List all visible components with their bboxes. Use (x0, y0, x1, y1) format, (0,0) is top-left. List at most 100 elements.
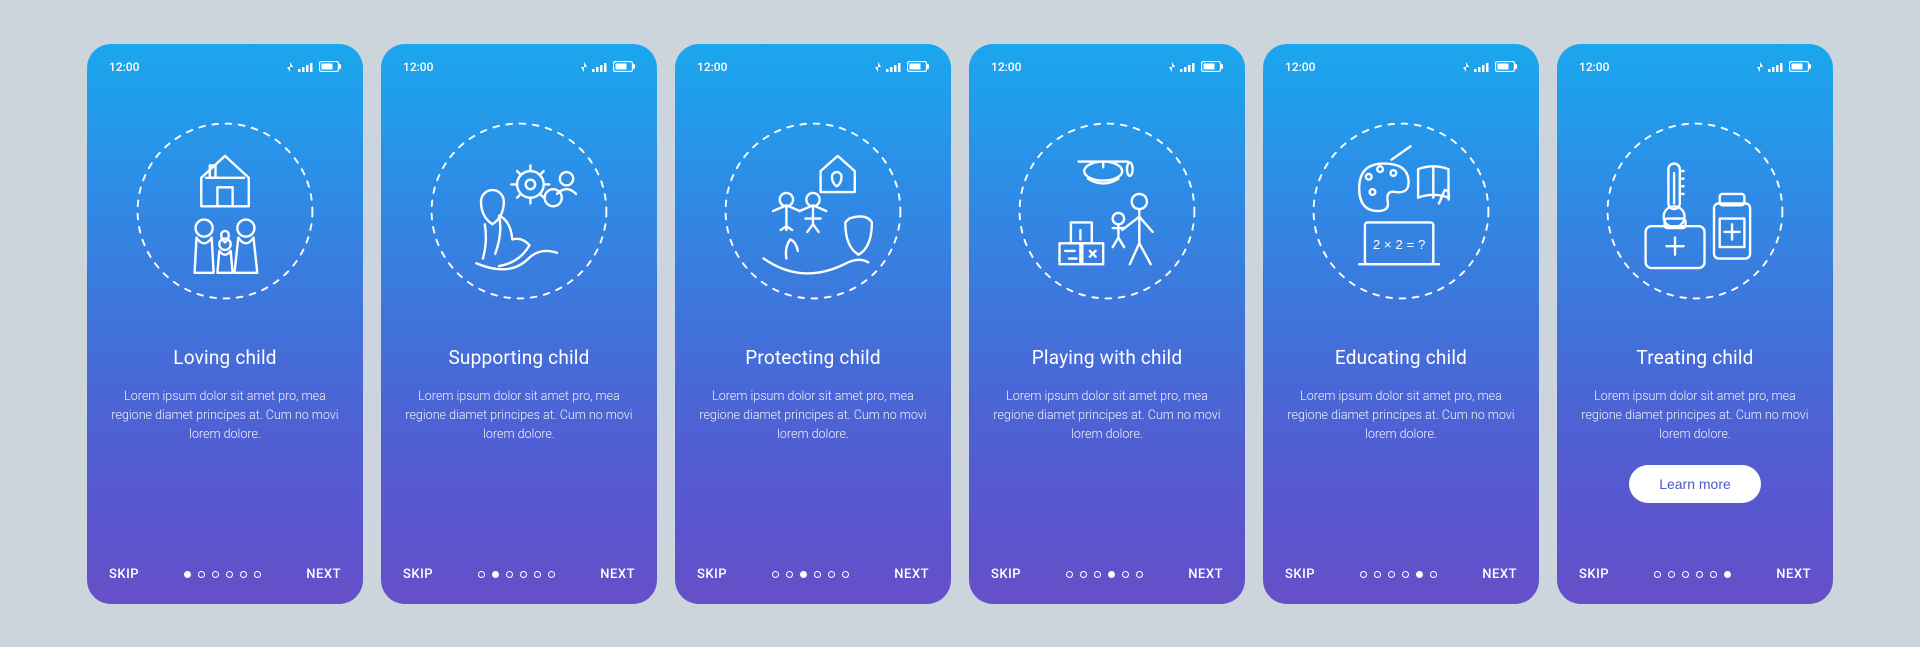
screen-description: Lorem ipsum dolor sit amet pro, mea regi… (109, 387, 341, 445)
nav-row: SKIP NEXT (1285, 549, 1517, 582)
skip-button[interactable]: SKIP (109, 567, 139, 582)
page-dot[interactable] (1696, 571, 1703, 578)
illustration (697, 106, 929, 316)
skip-button[interactable]: SKIP (1579, 567, 1609, 582)
illustration (1579, 106, 1811, 316)
page-dot[interactable] (828, 571, 835, 578)
onboarding-screen: 12:00 Playing with child Lorem ipsum dol… (969, 44, 1245, 604)
next-button[interactable]: NEXT (600, 567, 635, 582)
illustration (403, 106, 635, 316)
skip-button[interactable]: SKIP (1285, 567, 1315, 582)
page-dot[interactable] (492, 571, 499, 578)
status-bar: 12:00 (403, 58, 635, 76)
next-button[interactable]: NEXT (1776, 567, 1811, 582)
page-dot[interactable] (772, 571, 779, 578)
status-time: 12:00 (403, 60, 433, 74)
page-dot[interactable] (1388, 571, 1395, 578)
screen-title: Playing with child (991, 346, 1223, 369)
screen-title: Treating child (1579, 346, 1811, 369)
page-dot[interactable] (1710, 571, 1717, 578)
screen-title: Loving child (109, 346, 341, 369)
page-indicator (1654, 571, 1731, 578)
page-dot[interactable] (534, 571, 541, 578)
screen-title: Educating child (1285, 346, 1517, 369)
status-icons (1463, 61, 1517, 72)
page-dot[interactable] (506, 571, 513, 578)
page-dot[interactable] (800, 571, 807, 578)
skip-button[interactable]: SKIP (991, 567, 1021, 582)
status-time: 12:00 (991, 60, 1021, 74)
next-button[interactable]: NEXT (1482, 567, 1517, 582)
nav-row: SKIP NEXT (991, 549, 1223, 582)
page-dot[interactable] (814, 571, 821, 578)
page-dot[interactable] (1136, 571, 1143, 578)
page-dot[interactable] (1066, 571, 1073, 578)
page-dot[interactable] (212, 571, 219, 578)
illustration (991, 106, 1223, 316)
page-dot[interactable] (1108, 571, 1115, 578)
status-time: 12:00 (697, 60, 727, 74)
page-dot[interactable] (198, 571, 205, 578)
page-dot[interactable] (1654, 571, 1661, 578)
screen-description: Lorem ipsum dolor sit amet pro, mea regi… (991, 387, 1223, 445)
page-dot[interactable] (1080, 571, 1087, 578)
onboarding-screen: 12:00 Protecting child Lorem ipsum dolor… (675, 44, 951, 604)
page-indicator (184, 571, 261, 578)
page-dot[interactable] (1668, 571, 1675, 578)
onboarding-screen: 12:00 Educating child Lorem ipsum dolor … (1263, 44, 1539, 604)
page-dot[interactable] (1724, 571, 1731, 578)
page-dot[interactable] (1122, 571, 1129, 578)
screen-description: Lorem ipsum dolor sit amet pro, mea regi… (697, 387, 929, 445)
screen-title: Protecting child (697, 346, 929, 369)
skip-button[interactable]: SKIP (403, 567, 433, 582)
nav-row: SKIP NEXT (109, 549, 341, 582)
status-icons (1169, 61, 1223, 72)
illustration (1285, 106, 1517, 316)
status-bar: 12:00 (697, 58, 929, 76)
status-bar: 12:00 (991, 58, 1223, 76)
page-dot[interactable] (240, 571, 247, 578)
page-indicator (478, 571, 555, 578)
page-dot[interactable] (520, 571, 527, 578)
page-dot[interactable] (548, 571, 555, 578)
screen-description: Lorem ipsum dolor sit amet pro, mea regi… (1579, 387, 1811, 445)
page-dot[interactable] (184, 571, 191, 578)
status-icons (581, 61, 635, 72)
status-icons (1757, 61, 1811, 72)
page-dot[interactable] (1374, 571, 1381, 578)
page-dot[interactable] (1094, 571, 1101, 578)
page-dot[interactable] (1360, 571, 1367, 578)
page-dot[interactable] (226, 571, 233, 578)
page-dot[interactable] (254, 571, 261, 578)
status-icons (875, 61, 929, 72)
status-bar: 12:00 (1579, 58, 1811, 76)
screen-title: Supporting child (403, 346, 635, 369)
status-bar: 12:00 (1285, 58, 1517, 76)
page-dot[interactable] (1430, 571, 1437, 578)
skip-button[interactable]: SKIP (697, 567, 727, 582)
learn-more-button[interactable]: Learn more (1629, 465, 1761, 503)
next-button[interactable]: NEXT (306, 567, 341, 582)
status-time: 12:00 (1285, 60, 1315, 74)
onboarding-screen: 12:00 Supporting child Lorem ipsum dolor… (381, 44, 657, 604)
nav-row: SKIP NEXT (1579, 549, 1811, 582)
illustration (109, 106, 341, 316)
nav-row: SKIP NEXT (403, 549, 635, 582)
nav-row: SKIP NEXT (697, 549, 929, 582)
page-dot[interactable] (842, 571, 849, 578)
page-dot[interactable] (786, 571, 793, 578)
onboarding-screen: 12:00 Loving child Lorem ipsum dolor sit… (87, 44, 363, 604)
page-dot[interactable] (478, 571, 485, 578)
page-dot[interactable] (1682, 571, 1689, 578)
status-time: 12:00 (109, 60, 139, 74)
screen-description: Lorem ipsum dolor sit amet pro, mea regi… (403, 387, 635, 445)
page-indicator (772, 571, 849, 578)
page-dot[interactable] (1402, 571, 1409, 578)
page-dot[interactable] (1416, 571, 1423, 578)
onboarding-screen: 12:00 Treating child Lorem ipsum dolor s… (1557, 44, 1833, 604)
next-button[interactable]: NEXT (894, 567, 929, 582)
status-bar: 12:00 (109, 58, 341, 76)
next-button[interactable]: NEXT (1188, 567, 1223, 582)
screen-description: Lorem ipsum dolor sit amet pro, mea regi… (1285, 387, 1517, 445)
status-icons (287, 61, 341, 72)
